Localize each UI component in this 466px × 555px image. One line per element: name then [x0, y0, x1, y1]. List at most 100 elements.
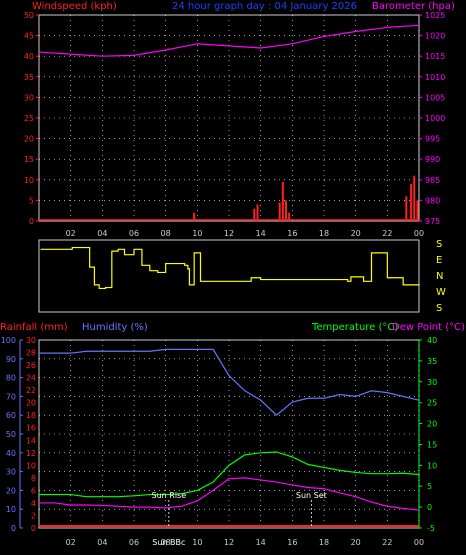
humidity-tick-label: 50	[6, 430, 16, 439]
windspeed-tick-label: 20	[24, 135, 34, 144]
humidity-tick-label: 70	[6, 392, 16, 401]
temperature-tick-label: 25	[427, 399, 437, 408]
x-tick-label: 20	[351, 538, 361, 547]
rainfall-tick-label: 2	[31, 511, 36, 520]
x-tick-label: 06	[129, 229, 139, 238]
temperature-tick-label: 10	[427, 461, 437, 470]
humidity-tick-label: 20	[6, 486, 16, 495]
barometer-tick-label: 1025	[425, 11, 445, 20]
x-tick-label: 22	[382, 229, 392, 238]
windspeed-bar	[281, 181, 284, 221]
temperature-tick-label: 15	[427, 440, 437, 449]
rainfall-tick-label: 14	[26, 436, 36, 445]
windspeed-bar	[405, 196, 408, 221]
rainfall-tick-label: 24	[26, 374, 36, 383]
rainfall-tick-label: 16	[26, 424, 36, 433]
temperature-tick-label: 20	[427, 420, 437, 429]
temperature-line	[39, 451, 420, 498]
compass-label: E	[436, 255, 442, 266]
humidity-axis-title: Humidity (%)	[82, 322, 148, 333]
sun-rise-label: Sun Rise	[152, 491, 187, 500]
x-tick-label: 22	[382, 538, 392, 547]
compass-label: N	[436, 271, 443, 282]
sun-markers: Sun Rise Sun SetSun BBc	[152, 491, 327, 547]
windspeed-tick-label: 25	[24, 114, 34, 123]
rainfall-tick-label: 8	[31, 474, 36, 483]
x-tick-label: 14	[256, 229, 266, 238]
compass-labels: SENWS	[436, 239, 446, 314]
x-tick-label: 00	[414, 538, 424, 547]
humidity-tick-label: 60	[6, 411, 16, 420]
barometer-tick-label: 1015	[425, 52, 445, 61]
wind-direction-line	[40, 246, 420, 290]
weather-chart: Windspeed (kph) 24 hour graph day : 04 J…	[0, 1, 465, 547]
x-tick-label: 00	[414, 229, 424, 238]
x-tick-label: 10	[192, 538, 202, 547]
x-tick-label: 02	[66, 538, 76, 547]
windspeed-tick-label: 5	[29, 196, 34, 205]
barometer-tick-label: 1020	[425, 32, 445, 41]
barometer-tick-label: 980	[425, 196, 440, 205]
x-tick-label: 08	[161, 229, 171, 238]
temperature-tick-label: 30	[427, 378, 437, 387]
dewpoint-axis-title: Dew Point (°C)	[392, 322, 465, 333]
direction-panel-frame	[38, 239, 420, 313]
x-tick-label: 20	[351, 229, 361, 238]
temperature-tick-label: 5	[427, 482, 432, 491]
date-title: 24 hour graph day : 04 January 2026	[172, 1, 357, 12]
x-tick-label: 04	[97, 538, 107, 547]
humidity-tick-label: 90	[6, 355, 16, 364]
humidity-tick-label: 100	[1, 336, 16, 345]
windspeed-tick-label: 50	[24, 11, 34, 20]
rainfall-tick-label: 6	[31, 486, 36, 495]
x-tick-label: 04	[97, 229, 107, 238]
x-tick-label: 10	[192, 229, 202, 238]
barometer-tick-label: 990	[425, 155, 440, 164]
upper-x-ticks: 02 04 06 08 10 12 14 16 18 20 22 00	[66, 229, 425, 238]
barometer-tick-label: 985	[425, 176, 440, 185]
rainfall-tick-label: 12	[26, 449, 36, 458]
temperature-axis-title: Temperature (°C)	[311, 322, 398, 333]
rainfall-tick-label: 10	[26, 461, 36, 470]
windspeed-bar	[410, 183, 413, 221]
rainfall-tick-label: 28	[26, 349, 36, 358]
x-tick-label: 14	[256, 538, 266, 547]
rainfall-ticks: 024681012141618202224262830	[26, 336, 36, 533]
rainfall-tick-label: 4	[31, 499, 36, 508]
x-tick-label: 16	[287, 538, 297, 547]
barometer-tick-label: 995	[425, 135, 440, 144]
humidity-tick-label: 80	[6, 374, 16, 383]
x-tick-label: 18	[319, 229, 329, 238]
humidity-tick-label: 40	[6, 449, 16, 458]
windspeed-bar	[413, 175, 416, 221]
rainfall-tick-label: 22	[26, 386, 36, 395]
x-tick-label: 12	[224, 538, 234, 547]
windspeed-bar	[278, 202, 281, 221]
windspeed-tick-label: 30	[24, 93, 34, 102]
windspeed-tick-label: 45	[24, 32, 34, 41]
windspeed-bar	[256, 204, 259, 221]
x-tick-label: 06	[129, 538, 139, 547]
sun-set-label: Sun Set	[296, 491, 327, 500]
compass-label: S	[436, 303, 442, 314]
temperature-tick-label: 35	[427, 357, 437, 366]
barometer-ticks: 975 980 985 990 995 1000 1005 1010 1015 1020 1025	[419, 11, 445, 226]
barometer-tick-label: 1010	[425, 73, 445, 82]
humidity-tick-label: 0	[11, 524, 16, 533]
barometer-tick-label: 1000	[425, 114, 445, 123]
rainfall-tick-label: 20	[26, 399, 36, 408]
humidity-tick-label: 30	[6, 468, 16, 477]
rainfall-axis-title: Rainfall (mm)	[0, 322, 68, 333]
compass-label: S	[436, 239, 442, 250]
temperature-tick-label: 40	[427, 336, 437, 345]
rainfall-tick-label: 0	[31, 524, 36, 533]
rainfall-tick-label: 26	[26, 361, 36, 370]
x-tick-label: 08	[161, 538, 171, 547]
windspeed-bar	[253, 208, 256, 221]
x-tick-label: 18	[319, 538, 329, 547]
temperature-ticks: -5 0 5 10 15 20 25 30 35 40	[419, 336, 437, 533]
windspeed-series	[39, 175, 419, 221]
temperature-tick-label: 0	[427, 503, 432, 512]
rainfall-tick-label: 30	[26, 336, 36, 345]
x-tick-label: 02	[66, 229, 76, 238]
